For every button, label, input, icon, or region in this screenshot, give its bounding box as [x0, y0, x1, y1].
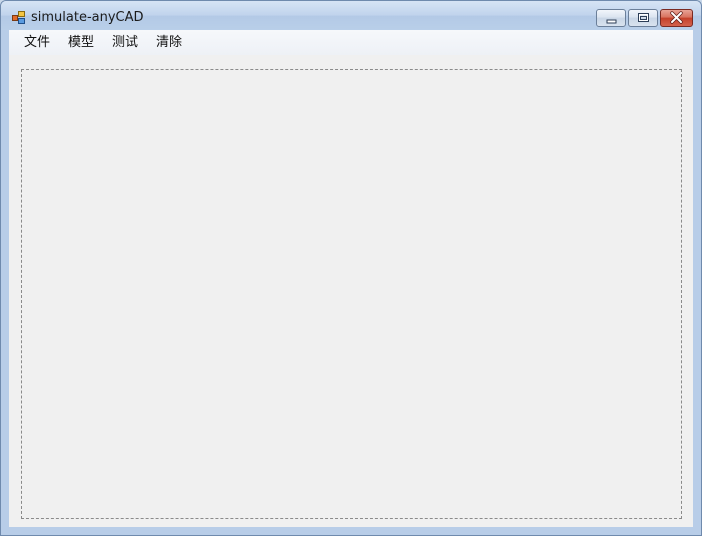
caption-buttons: [596, 9, 693, 27]
app-window: simulate-anyCAD 文件 模型 测试 清除: [0, 0, 702, 536]
menu-item-test[interactable]: 测试: [110, 34, 140, 52]
maximize-button[interactable]: [628, 9, 658, 27]
close-icon: [670, 11, 683, 24]
menu-item-clear[interactable]: 清除: [154, 34, 184, 52]
app-icon: [12, 11, 25, 24]
close-button[interactable]: [660, 9, 693, 27]
window-title: simulate-anyCAD: [31, 10, 144, 25]
minimize-button[interactable]: [596, 9, 626, 27]
menu-item-model[interactable]: 模型: [66, 34, 96, 52]
title-bar[interactable]: simulate-anyCAD: [1, 1, 701, 30]
menu-item-file[interactable]: 文件: [22, 34, 52, 52]
menu-bar: 文件 模型 测试 清除: [9, 30, 693, 55]
maximize-icon: [638, 13, 649, 22]
render-panel[interactable]: [21, 69, 682, 519]
minimize-icon: [606, 19, 617, 24]
client-area: [9, 55, 693, 527]
